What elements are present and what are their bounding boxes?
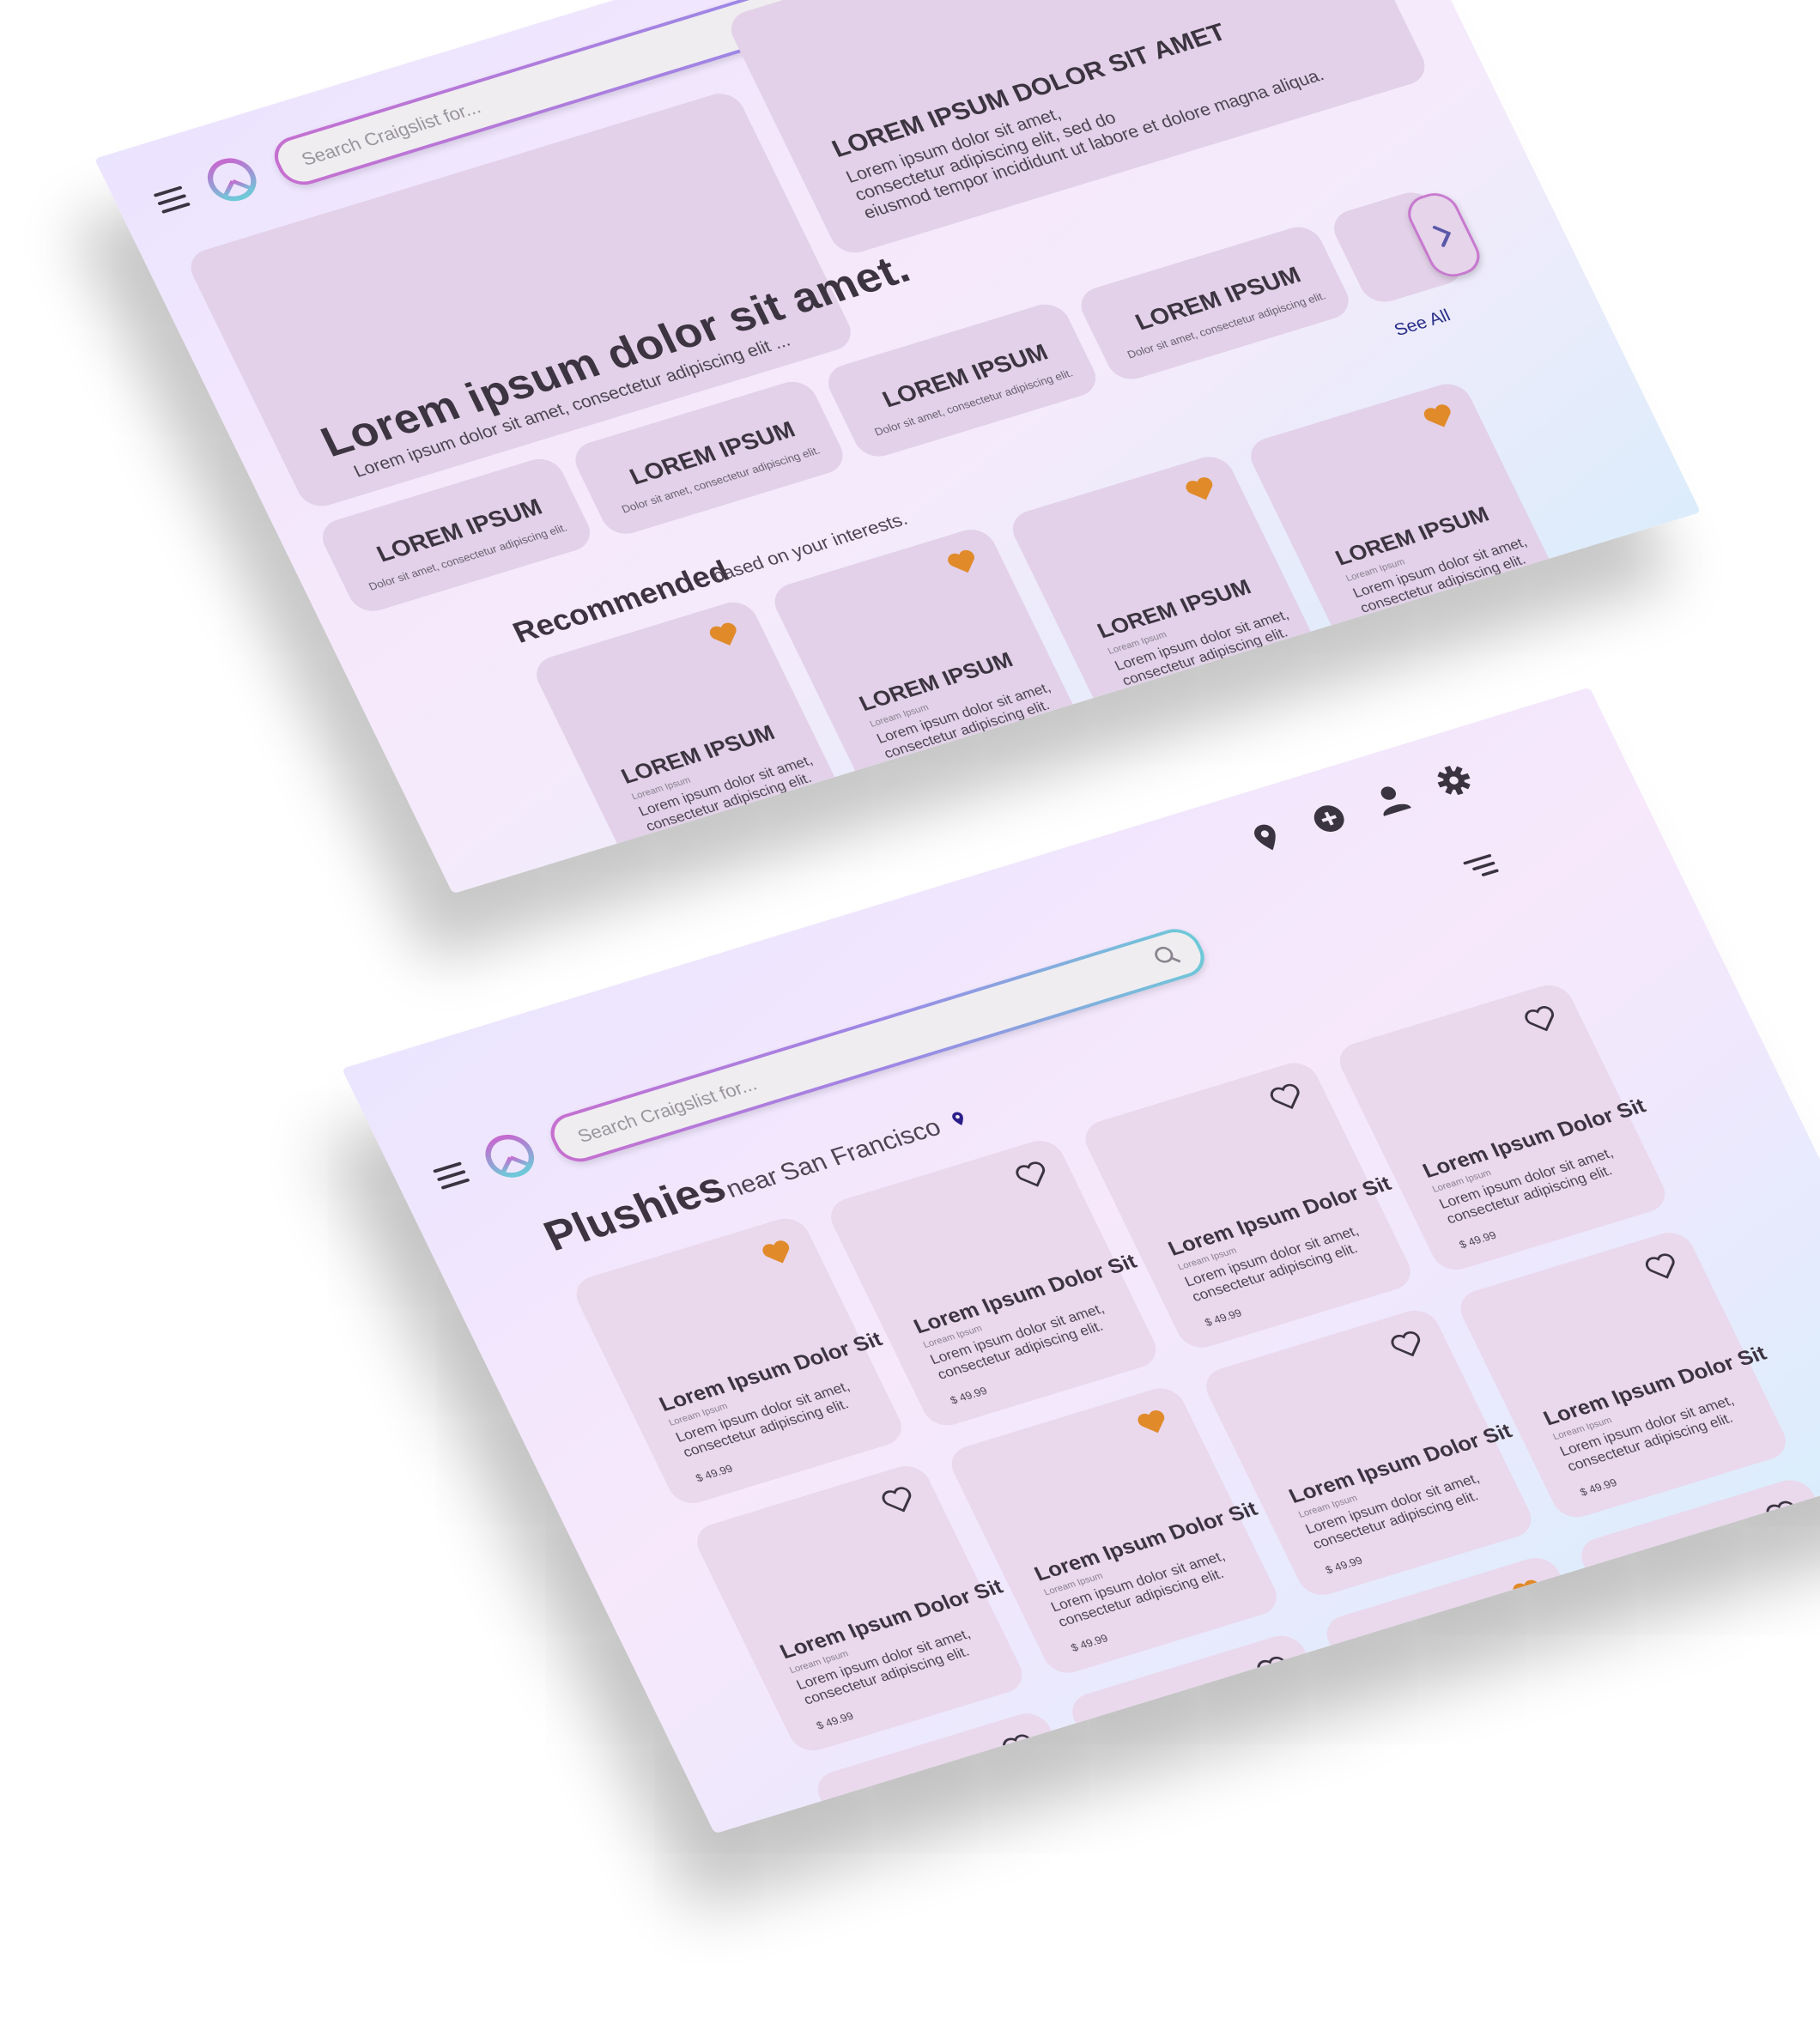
heart-outline-icon[interactable] xyxy=(1387,1328,1427,1361)
location-prefix: near xyxy=(721,1163,783,1203)
gear-icon[interactable] xyxy=(1430,761,1477,801)
heart-outline-icon[interactable] xyxy=(1762,1498,1802,1531)
search-placeholder: Search Craigslist for... xyxy=(573,1073,761,1147)
heart-outline-icon[interactable] xyxy=(999,1731,1039,1764)
location-pin-small-icon xyxy=(952,1112,963,1125)
product-price: $ 49.99 xyxy=(1577,1476,1619,1499)
heart-filled-icon[interactable] xyxy=(758,1236,798,1269)
peace-logo-icon[interactable] xyxy=(476,1127,544,1185)
peace-logo-icon[interactable] xyxy=(197,150,266,209)
filter-icon[interactable] xyxy=(1456,846,1507,888)
heart-filled-icon[interactable] xyxy=(705,619,744,652)
category-card[interactable]: LOREM IPSUM Dolor sit amet, consectetur … xyxy=(821,299,1103,463)
plus-circle-icon[interactable] xyxy=(1306,798,1353,839)
heart-outline-icon[interactable] xyxy=(1521,1003,1561,1035)
heart-filled-icon[interactable] xyxy=(1508,1576,1548,1609)
heart-outline-icon[interactable] xyxy=(1267,1081,1307,1113)
heart-outline-icon[interactable] xyxy=(1012,1159,1052,1191)
heart-outline-icon[interactable] xyxy=(1642,1251,1682,1283)
product-price: $ 49.99 xyxy=(1202,1306,1244,1329)
product-price: $ 49.99 xyxy=(1323,1554,1365,1577)
heart-filled-icon[interactable] xyxy=(1133,1406,1173,1439)
category-card[interactable]: LOREM IPSUM Dolor sit amet, consectetur … xyxy=(1073,221,1356,385)
location-pin-icon[interactable] xyxy=(1243,817,1290,858)
heart-filled-icon[interactable] xyxy=(943,546,982,579)
product-price: $ 49.99 xyxy=(948,1384,990,1407)
heart-outline-icon[interactable] xyxy=(878,1484,918,1517)
search-placeholder: Search Craigslist for... xyxy=(298,96,484,170)
heart-filled-icon[interactable] xyxy=(1181,473,1221,506)
product-price: $ 49.99 xyxy=(693,1462,735,1485)
search-icon[interactable] xyxy=(1150,941,1185,971)
heart-outline-icon[interactable] xyxy=(1253,1653,1293,1686)
menu-icon[interactable] xyxy=(432,1161,470,1190)
product-price: $ 49.99 xyxy=(1457,1228,1499,1252)
product-price: $ 49.99 xyxy=(814,1709,856,1732)
menu-icon[interactable] xyxy=(153,185,191,215)
heart-filled-icon[interactable] xyxy=(1419,400,1459,433)
hero-banner-right[interactable]: LOREM IPSUM DOLOR SIT AMET Lorem ipsum d… xyxy=(724,0,1433,258)
user-icon[interactable] xyxy=(1368,779,1415,820)
see-all-link[interactable]: See All xyxy=(1392,306,1454,341)
product-price: $ 49.99 xyxy=(1068,1631,1110,1654)
